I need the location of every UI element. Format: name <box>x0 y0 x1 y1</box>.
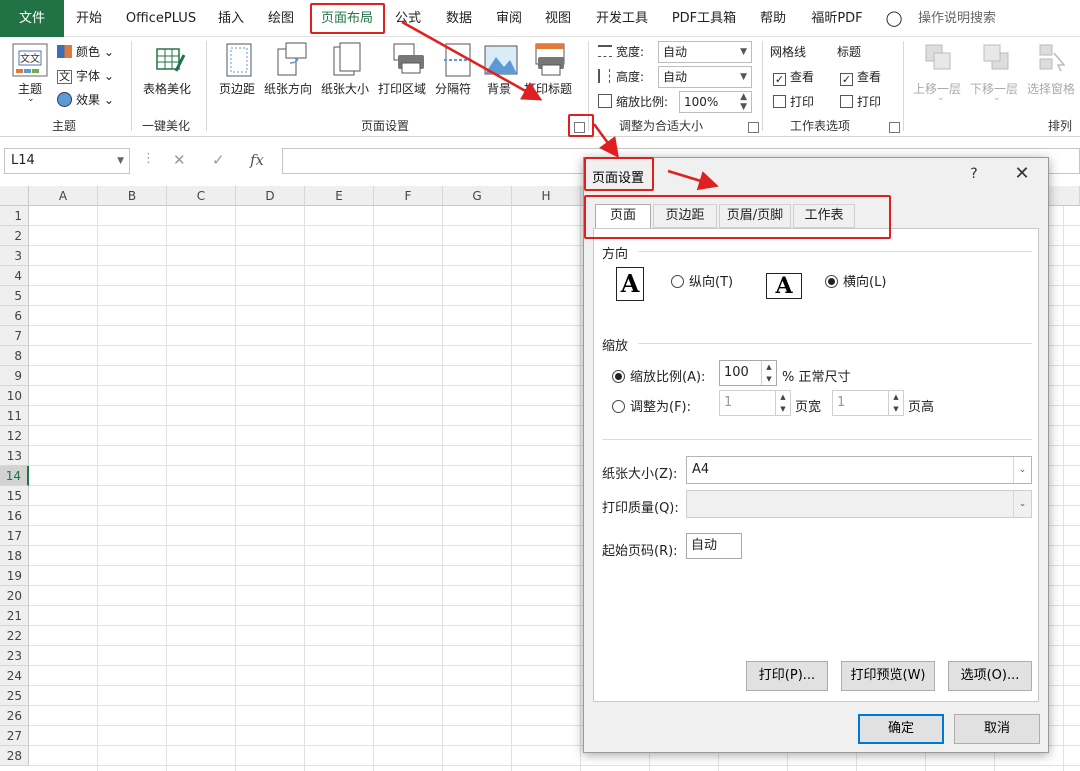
arrow-to-tabs <box>667 169 719 191</box>
arrow-to-dialog <box>592 123 619 159</box>
annotation-arrows <box>401 20 719 191</box>
arrow-to-launcher <box>401 20 543 101</box>
